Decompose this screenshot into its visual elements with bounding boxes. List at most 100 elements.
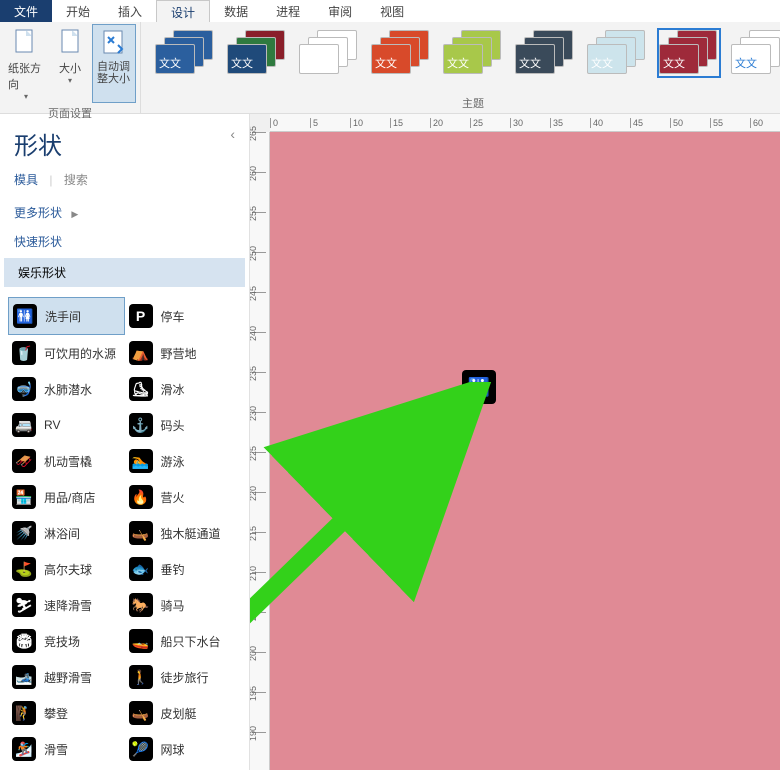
- shape-label: 营火: [161, 489, 185, 506]
- tab-data[interactable]: 数据: [210, 0, 262, 22]
- shape-label: 停车: [161, 308, 185, 325]
- group-themes: 文文文文文文文文文文文文文文文文 主题: [141, 22, 780, 113]
- ribbon-tabs: 文件 开始 插入 设计 数据 进程 审阅 视图: [0, 0, 780, 22]
- orientation-button[interactable]: 纸张方向 ▾: [4, 24, 48, 103]
- page-orientation-icon: [10, 26, 42, 58]
- tab-review[interactable]: 审阅: [314, 0, 366, 22]
- shape-label: 水肺潜水: [44, 381, 92, 398]
- shape-label: 野营地: [161, 345, 197, 362]
- shape-label: 码头: [161, 417, 185, 434]
- shape-item[interactable]: 🔥营火: [125, 479, 242, 515]
- shape-icon: 🚶: [129, 665, 153, 689]
- shape-item[interactable]: ⛺ 野营地: [125, 335, 242, 371]
- shape-item[interactable]: 🎾网球: [125, 731, 242, 767]
- shape-item[interactable]: P 停车: [125, 297, 242, 335]
- shape-icon: 🐟: [129, 557, 153, 581]
- tab-view[interactable]: 视图: [366, 0, 418, 22]
- tab-insert[interactable]: 插入: [104, 0, 156, 22]
- shape-icon: 🏊: [129, 449, 153, 473]
- quick-shapes-link[interactable]: 快速形状: [0, 227, 249, 256]
- shape-category-active[interactable]: 娱乐形状: [4, 258, 245, 287]
- shape-item[interactable]: ⚓码头: [125, 407, 242, 443]
- shape-label: 滑雪: [44, 741, 68, 758]
- shape-item[interactable]: 🏪用品/商店: [8, 479, 125, 515]
- tab-process[interactable]: 进程: [262, 0, 314, 22]
- shape-item[interactable]: 🤿 水肺潜水: [8, 371, 125, 407]
- more-shapes-link[interactable]: 更多形状 ▶: [0, 198, 249, 227]
- shape-item[interactable]: 🥤可饮用的水源: [8, 335, 125, 371]
- ribbon: 纸张方向 ▾ 大小 ▾ 自动调整大小 页面设置 文文文文文文文文文文文文文文文文…: [0, 22, 780, 114]
- shape-icon: P: [129, 304, 153, 328]
- shape-label: 滑冰: [161, 381, 185, 398]
- main-area: 形状 ‹ 模具 | 搜索 更多形状 ▶ 快速形状 娱乐形状 🚻洗手间P停车🥤可饮…: [0, 114, 780, 770]
- group-page-setup: 纸张方向 ▾ 大小 ▾ 自动调整大小 页面设置: [0, 22, 141, 113]
- shape-item[interactable]: 🚐RV: [8, 407, 125, 443]
- tab-file[interactable]: 文件: [0, 0, 52, 22]
- shape-label: 竞技场: [44, 633, 80, 650]
- shape-item[interactable]: 🚿淋浴间: [8, 515, 125, 551]
- shape-icon: 🤿: [12, 377, 36, 401]
- shape-label: 网球: [161, 741, 185, 758]
- shape-icon: ⛸: [129, 377, 153, 401]
- shape-icon: 🚻: [13, 304, 37, 328]
- shape-item[interactable]: 🚤 船只下水台: [125, 623, 242, 659]
- canvas-area: 051015202530354045505560 265260255250245…: [250, 114, 780, 770]
- shape-item[interactable]: 🐟 垂钓: [125, 551, 242, 587]
- theme-thumb-2[interactable]: [299, 30, 359, 76]
- shape-label: 徒步旅行: [161, 669, 209, 686]
- shape-item[interactable]: 🧗攀登: [8, 695, 125, 731]
- theme-thumb-7[interactable]: 文文: [659, 30, 719, 76]
- shape-item[interactable]: 🏂 滑雪: [8, 731, 125, 767]
- shape-icon: 🛶: [129, 521, 153, 545]
- shape-item[interactable]: 🏊游泳: [125, 443, 242, 479]
- shape-item[interactable]: 🎿越野滑雪: [8, 659, 125, 695]
- theme-thumb-6[interactable]: 文文: [587, 30, 647, 76]
- theme-thumb-0[interactable]: 文文: [155, 30, 215, 76]
- shape-item[interactable]: 🛷机动雪橇: [8, 443, 125, 479]
- shape-label: 船只下水台: [161, 633, 221, 650]
- shape-item[interactable]: 🏟竞技场: [8, 623, 125, 659]
- stencils-link[interactable]: 模具: [14, 173, 38, 187]
- shape-item[interactable]: 🛶独木艇通道: [125, 515, 242, 551]
- tab-design[interactable]: 设计: [156, 0, 210, 22]
- size-button[interactable]: 大小 ▾: [48, 24, 92, 103]
- shape-icon: ⛺: [129, 341, 153, 365]
- shape-item[interactable]: ⛸ 滑冰: [125, 371, 242, 407]
- theme-gallery[interactable]: 文文文文文文文文文文文文文文文文: [145, 24, 780, 93]
- tab-home[interactable]: 开始: [52, 0, 104, 22]
- drawing-canvas[interactable]: 🚻: [270, 132, 780, 770]
- themes-group-label: 主题: [145, 93, 780, 113]
- autofit-icon: [98, 27, 130, 59]
- shape-list: 🚻洗手间P 停车 🥤可饮用的水源⛺ 野营地 🤿 水肺潜水 ⛸ 滑冰 🚐RV⚓码头🛷机动雪橇🏊游泳…: [0, 289, 249, 770]
- shape-item[interactable]: 🐎骑马: [125, 587, 242, 623]
- restroom-shape-instance[interactable]: 🚻: [462, 370, 496, 404]
- caret-down-icon: ▾: [68, 76, 72, 85]
- shape-item[interactable]: ⛷速降滑雪: [8, 587, 125, 623]
- shape-label: 用品/商店: [44, 489, 95, 506]
- shape-item[interactable]: ⛳高尔夫球: [8, 551, 125, 587]
- shape-label: 垂钓: [161, 561, 185, 578]
- shape-label: 速降滑雪: [44, 597, 92, 614]
- restroom-icon: 🚻: [468, 377, 490, 398]
- theme-thumb-5[interactable]: 文文: [515, 30, 575, 76]
- shape-item[interactable]: 🚶 徒步旅行: [125, 659, 242, 695]
- vertical-ruler: 2652602552502452402352302252202152102052…: [250, 132, 270, 770]
- more-shapes-label: 更多形状: [14, 206, 62, 220]
- shape-item[interactable]: 🛶皮划艇: [125, 695, 242, 731]
- shapes-panel-title: 形状: [14, 133, 62, 160]
- search-link[interactable]: 搜索: [64, 173, 88, 187]
- shape-label: 骑马: [161, 597, 185, 614]
- theme-thumb-4[interactable]: 文文: [443, 30, 503, 76]
- autofit-button[interactable]: 自动调整大小: [92, 24, 136, 103]
- shape-icon: 🏂: [12, 737, 36, 761]
- shape-icon: 🚤: [129, 629, 153, 653]
- collapse-panel-button[interactable]: ‹: [230, 126, 235, 142]
- chevron-right-icon: ▶: [71, 209, 78, 219]
- shape-item[interactable]: 🚻洗手间: [8, 297, 125, 335]
- theme-thumb-3[interactable]: 文文: [371, 30, 431, 76]
- theme-thumb-8[interactable]: 文文: [731, 30, 780, 76]
- shapes-panel: 形状 ‹ 模具 | 搜索 更多形状 ▶ 快速形状 娱乐形状 🚻洗手间P停车🥤可饮…: [0, 114, 250, 770]
- shape-icon: 🧗: [12, 701, 36, 725]
- theme-thumb-1[interactable]: 文文: [227, 30, 287, 76]
- annotation-arrow: [250, 382, 495, 742]
